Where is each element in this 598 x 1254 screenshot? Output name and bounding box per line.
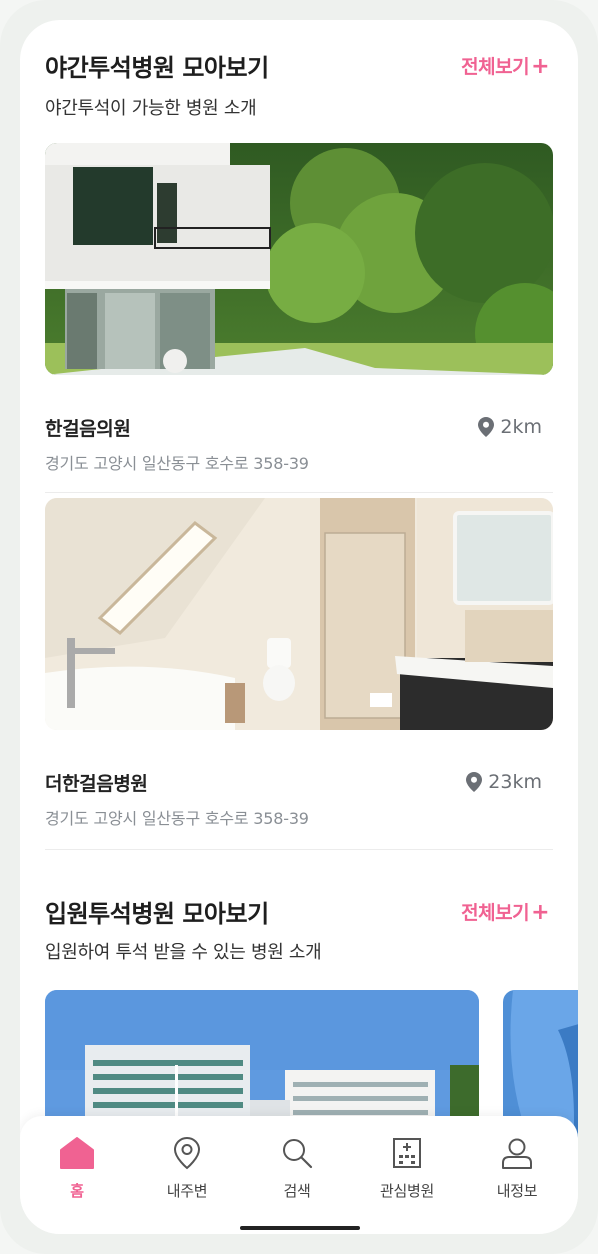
night-section-subtitle: 야간투석이 가능한 병원 소개 bbox=[45, 98, 257, 119]
hospital-photo-modern-house[interactable] bbox=[45, 143, 553, 375]
tab-label: 내주변 bbox=[166, 1182, 208, 1200]
tab-label: 내정보 bbox=[496, 1182, 538, 1200]
night-section-title: 야간투석병원 모아보기 bbox=[45, 54, 269, 82]
phone-frame: 야간투석병원 모아보기 전체보기+ 야간투석이 가능한 병원 소개 한걸음의원 … bbox=[0, 0, 598, 1254]
location-pin-icon bbox=[466, 772, 483, 792]
inpatient-see-all-button[interactable]: 전체보기+ bbox=[461, 898, 549, 925]
list-divider bbox=[45, 492, 553, 493]
hospital-distance: 2km bbox=[478, 416, 542, 438]
distance-value: 2km bbox=[500, 416, 542, 438]
tab-label: 검색 bbox=[283, 1182, 311, 1200]
tab-nearby[interactable]: 내주변 bbox=[132, 1134, 242, 1204]
tab-favorite-hospitals[interactable]: 관심병원 bbox=[352, 1134, 462, 1204]
tab-my-info[interactable]: 내정보 bbox=[462, 1134, 572, 1204]
location-pin-icon bbox=[173, 1136, 201, 1170]
app-screen: 야간투석병원 모아보기 전체보기+ 야간투석이 가능한 병원 소개 한걸음의원 … bbox=[20, 20, 578, 1234]
tab-home[interactable]: 홈 bbox=[22, 1134, 132, 1204]
night-see-all-button[interactable]: 전체보기+ bbox=[461, 52, 549, 79]
home-icon bbox=[60, 1137, 94, 1169]
tab-label: 홈 bbox=[70, 1182, 84, 1200]
inpatient-section-title: 입원투석병원 모아보기 bbox=[45, 900, 269, 928]
hospital-distance: 23km bbox=[466, 771, 542, 793]
bottom-tab-bar: 홈 내주변 검색 관심병원 내정보 bbox=[20, 1116, 578, 1234]
home-indicator bbox=[240, 1226, 360, 1230]
hospital-name[interactable]: 한걸음의원 bbox=[45, 414, 131, 441]
inpatient-section-header: 입원투석병원 모아보기 전체보기+ bbox=[45, 894, 553, 938]
section-divider bbox=[45, 849, 553, 850]
tab-label: 관심병원 bbox=[379, 1182, 434, 1200]
hospital-address: 경기도 고양시 일산동구 호수로 358-39 bbox=[45, 809, 309, 828]
plus-icon: + bbox=[531, 54, 549, 79]
night-section-header: 야간투석병원 모아보기 전체보기+ bbox=[45, 48, 553, 92]
plus-icon: + bbox=[531, 900, 549, 925]
see-all-label: 전체보기 bbox=[461, 902, 530, 924]
user-icon bbox=[502, 1138, 532, 1169]
see-all-label: 전체보기 bbox=[461, 56, 530, 78]
hospital-building-icon bbox=[393, 1138, 421, 1168]
inpatient-section-subtitle: 입원하여 투석 받을 수 있는 병원 소개 bbox=[45, 942, 322, 963]
tab-search[interactable]: 검색 bbox=[242, 1134, 352, 1204]
hospital-name[interactable]: 더한걸음병원 bbox=[45, 769, 148, 796]
distance-value: 23km bbox=[488, 771, 542, 793]
hospital-address: 경기도 고양시 일산동구 호수로 358-39 bbox=[45, 454, 309, 473]
hospital-photo-bathroom[interactable] bbox=[45, 498, 553, 730]
search-icon bbox=[283, 1139, 313, 1169]
location-pin-icon bbox=[478, 417, 495, 437]
